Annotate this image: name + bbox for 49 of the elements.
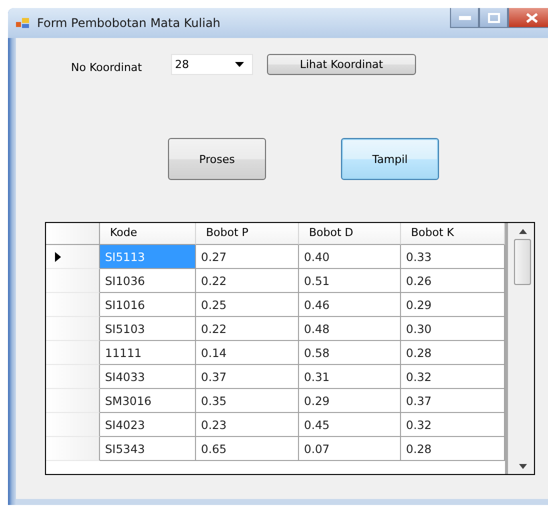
table-cell[interactable]: 0.58 xyxy=(299,341,401,365)
table-cell[interactable]: 0.29 xyxy=(299,389,401,413)
table-cell[interactable]: 0.35 xyxy=(196,389,299,413)
table-cell[interactable]: SI5343 xyxy=(100,437,196,461)
table-cell[interactable]: 0.46 xyxy=(299,293,401,317)
table-cell[interactable]: 0.31 xyxy=(299,365,401,389)
table-cell[interactable]: 0.22 xyxy=(196,317,299,341)
table-cell[interactable]: SM3016 xyxy=(100,389,196,413)
row-header xyxy=(46,223,100,245)
vertical-scrollbar[interactable] xyxy=(505,223,534,474)
table-cell[interactable]: 0.45 xyxy=(299,413,401,437)
scroll-thumb[interactable] xyxy=(514,239,531,285)
column-header[interactable]: Bobot P xyxy=(196,223,299,245)
table-cell[interactable]: 0.25 xyxy=(196,293,299,317)
table-cell[interactable]: 0.40 xyxy=(299,245,401,269)
table-cell[interactable]: SI4033 xyxy=(100,365,196,389)
maximize-icon xyxy=(488,12,500,22)
row-pointer-icon xyxy=(55,252,61,262)
table-cell[interactable]: 0.65 xyxy=(196,437,299,461)
table-cell[interactable]: 0.23 xyxy=(196,413,299,437)
row-header[interactable] xyxy=(46,245,100,269)
caret-icon xyxy=(235,62,244,66)
table-cell[interactable]: SI5103 xyxy=(100,317,196,341)
koordinat-dropdown[interactable]: 28 xyxy=(171,54,253,74)
minimize-button[interactable] xyxy=(450,8,479,28)
action-button[interactable]: Proses xyxy=(168,138,266,180)
minimize-icon xyxy=(458,16,470,20)
close-icon xyxy=(526,12,538,22)
column-header[interactable]: Bobot D xyxy=(299,223,401,245)
table-cell[interactable]: 0.27 xyxy=(196,245,299,269)
table-cell[interactable]: 0.37 xyxy=(196,365,299,389)
field-label: No Koordinat xyxy=(70,60,143,74)
table-cell[interactable]: SI4023 xyxy=(100,413,196,437)
table-cell[interactable]: 0.51 xyxy=(299,269,401,293)
column-header[interactable]: Bobot K xyxy=(401,223,505,245)
window-title: Form Pembobotan Mata Kuliah xyxy=(37,16,222,30)
table-cell[interactable]: 0.07 xyxy=(299,437,401,461)
table-cell[interactable]: 0.14 xyxy=(196,341,299,365)
table-cell[interactable]: SI1036 xyxy=(100,269,196,293)
table-cell[interactable]: 0.22 xyxy=(196,269,299,293)
table-cell[interactable]: SI1016 xyxy=(100,293,196,317)
maximize-button[interactable] xyxy=(479,8,508,28)
table-cell[interactable]: 11111 xyxy=(100,341,196,365)
lihat-koordinat-button[interactable]: Lihat Koordinat xyxy=(267,54,416,74)
app-icon xyxy=(16,17,30,29)
column-header[interactable]: Kode xyxy=(100,223,196,245)
action-button[interactable]: Tampil xyxy=(341,138,439,180)
table-cell[interactable]: 0.48 xyxy=(299,317,401,341)
close-button[interactable] xyxy=(508,8,548,28)
